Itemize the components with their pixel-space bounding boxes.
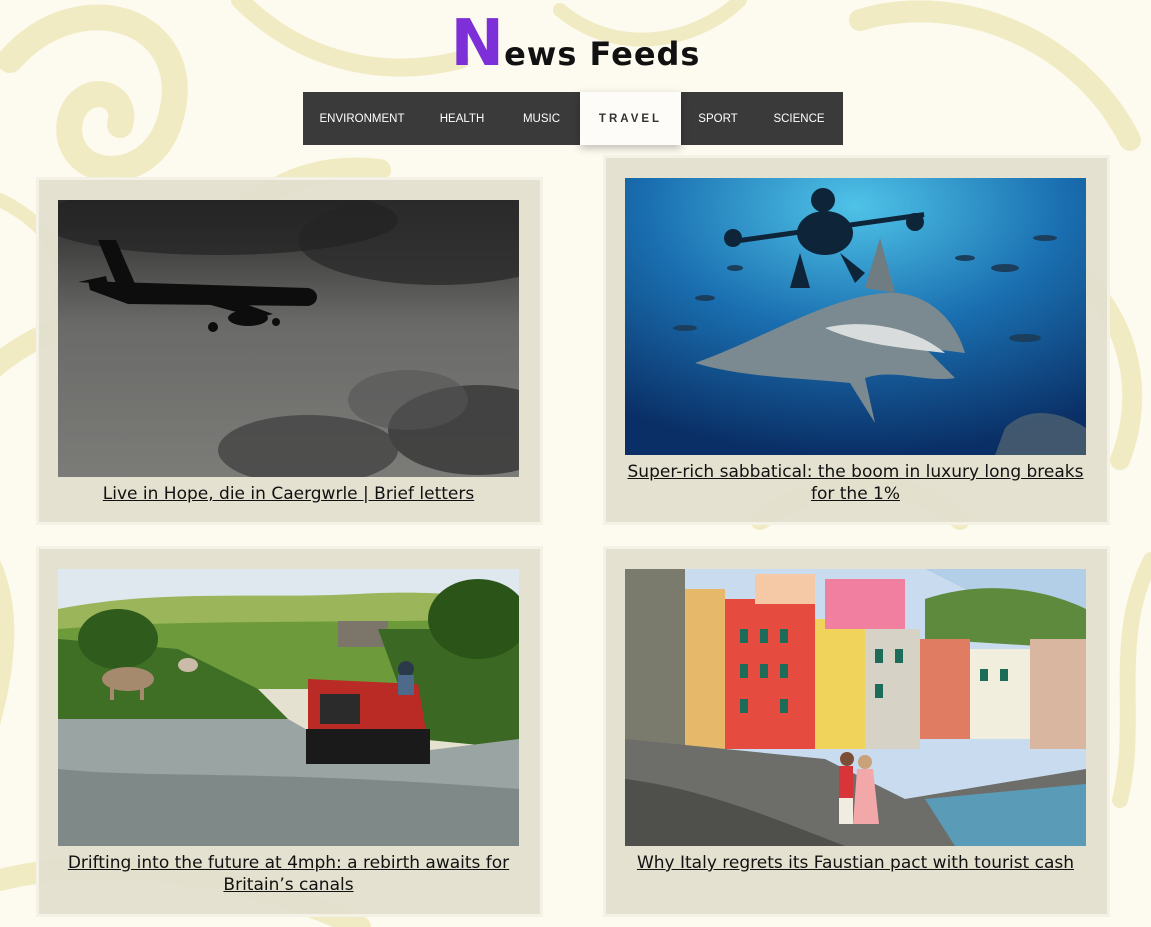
article-card: Why Italy regrets its Faustian pact with… [603,546,1110,917]
article-card: Drifting into the future at 4mph: a rebi… [36,546,543,917]
article-headline-link[interactable]: Why Italy regrets its Faustian pact with… [622,852,1089,874]
article-image-airplane[interactable] [58,200,519,477]
nav-item-travel[interactable]: TRAVEL [580,92,681,145]
article-headline-link[interactable]: Drifting into the future at 4mph: a rebi… [55,852,522,896]
nav-item-sport[interactable]: SPORT [681,92,755,145]
article-headline-link[interactable]: Live in Hope, die in Caergwrle | Brief l… [55,483,522,505]
title-initial: N [450,7,505,81]
article-image-shark[interactable] [625,178,1086,455]
nav-item-science[interactable]: SCIENCE [755,92,843,145]
nav-item-environment[interactable]: ENVIRONMENT [303,92,421,145]
article-card: Live in Hope, die in Caergwrle | Brief l… [36,177,543,525]
nav-item-music[interactable]: MUSIC [503,92,580,145]
article-image-canal[interactable] [58,569,519,846]
category-nav: ENVIRONMENT HEALTH MUSIC TRAVEL SPORT SC… [303,92,843,145]
article-card: Super-rich sabbatical: the boom in luxur… [603,155,1110,525]
article-image-italy[interactable] [625,569,1086,846]
title-rest: ews Feeds [504,35,701,73]
article-headline-link[interactable]: Super-rich sabbatical: the boom in luxur… [622,461,1089,505]
site-title: News Feeds [0,12,1151,76]
nav-item-health[interactable]: HEALTH [421,92,503,145]
